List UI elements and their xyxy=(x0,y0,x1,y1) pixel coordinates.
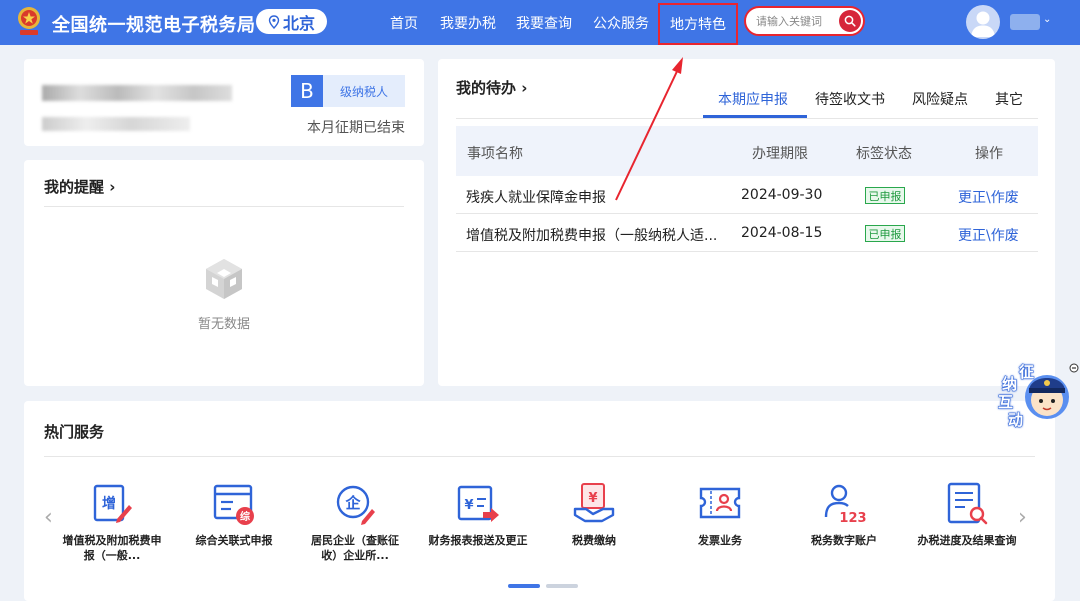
integrated-declaration-icon: 综 xyxy=(213,484,254,525)
report-icon-text: ¥ xyxy=(464,498,473,513)
item-name[interactable]: 增值税及附加税费申报（一般纳税人适... xyxy=(466,225,717,245)
carousel-dot-active[interactable] xyxy=(508,584,540,588)
chevron-left-icon[interactable]: ‹ xyxy=(44,505,53,530)
integrated-icon-text: 综 xyxy=(240,510,250,523)
correct-void-link[interactable]: 更正\作废 xyxy=(958,225,1019,245)
service-vat-declaration[interactable]: 增 增值税及附加税费申报（一般... xyxy=(62,481,162,563)
tab-other[interactable]: 其它 xyxy=(995,89,1023,109)
table-header: 事项名称 办理期限 标签状态 操作 xyxy=(456,126,1038,176)
taxpayer-info-card: B 级纳税人 本月征期已结束 xyxy=(24,59,424,146)
tax-emblem-icon[interactable] xyxy=(14,5,44,39)
service-label: 办税进度及结果查询 xyxy=(917,534,1017,547)
nav-query[interactable]: 我要查询 xyxy=(511,0,577,45)
column-header-status: 标签状态 xyxy=(856,146,912,162)
enterprise-income-icon: 企 xyxy=(336,485,375,525)
nav-public-service[interactable]: 公众服务 xyxy=(588,0,654,45)
status-badge: 已申报 xyxy=(865,225,905,242)
service-progress-query[interactable]: 办税进度及结果查询 xyxy=(917,481,1017,548)
item-deadline: 2024-09-30 xyxy=(741,187,823,203)
service-digital-account[interactable]: 123 税务数字账户 xyxy=(794,481,894,548)
payment-icon-text: ¥ xyxy=(588,491,597,506)
search-button[interactable] xyxy=(839,10,861,32)
service-financial-report[interactable]: ¥ 财务报表报送及更正 xyxy=(428,481,528,548)
search-icon xyxy=(844,15,856,27)
service-label: 税务数字账户 xyxy=(811,534,877,547)
search-input[interactable] xyxy=(756,12,836,30)
nav-local-features[interactable]: 地方特色 xyxy=(658,3,738,45)
item-deadline: 2024-08-15 xyxy=(741,225,823,241)
carousel-dot[interactable] xyxy=(546,584,578,588)
credit-level-badge: B 级纳税人 xyxy=(291,75,405,107)
top-header: 全国统一规范电子税务局 北京 首页 我要办税 我要查询 公众服务 地方特色 ⌄ xyxy=(0,0,1080,45)
service-tax-payment[interactable]: ¥ 税费缴纳 xyxy=(544,481,644,548)
enterprise-icon-text: 企 xyxy=(344,494,361,512)
service-invoice[interactable]: 发票业务 xyxy=(670,481,770,548)
account-icon-text: 123 xyxy=(839,511,866,526)
chevron-right-icon[interactable]: › xyxy=(1018,505,1027,530)
status-badge: 已申报 xyxy=(865,187,905,204)
search-box xyxy=(744,6,865,36)
invoice-icon xyxy=(699,487,741,519)
nav-home[interactable]: 首页 xyxy=(382,0,426,45)
hot-services-card: 热门服务 ‹ › 增 增值税及附加税费申报（一般... 综 综合关联式申报 企 … xyxy=(24,401,1055,601)
service-integrated-declaration[interactable]: 综 综合关联式申报 xyxy=(184,481,284,548)
financial-report-icon: ¥ xyxy=(457,485,499,522)
column-header-operation: 操作 xyxy=(975,146,1003,162)
tab-pending-documents[interactable]: 待签收文书 xyxy=(815,89,885,109)
item-name[interactable]: 残疾人就业保障金申报 xyxy=(466,187,606,207)
site-title[interactable]: 全国统一规范电子税务局 xyxy=(52,11,256,37)
taxpayer-id-redacted xyxy=(42,117,190,131)
digital-account-icon: 123 xyxy=(824,484,867,526)
vat-declaration-icon: 增 xyxy=(93,484,132,523)
divider xyxy=(456,118,1038,119)
location-pin-icon xyxy=(268,14,280,29)
column-header-deadline: 办理期限 xyxy=(752,146,808,162)
credit-level-letter: B xyxy=(291,75,323,107)
empty-box-icon xyxy=(206,259,242,299)
service-label: 增值税及附加税费申报（一般... xyxy=(62,534,162,562)
widget-char: 动 xyxy=(1007,411,1024,430)
table-row: 残疾人就业保障金申报 2024-09-30 已申报 更正\作废 xyxy=(456,177,1038,214)
divider xyxy=(44,456,1035,457)
todo-title[interactable]: 我的待办 › xyxy=(456,77,527,98)
table-row: 增值税及附加税费申报（一般纳税人适... 2024-08-15 已申报 更正\作… xyxy=(456,215,1038,252)
vat-icon-text: 增 xyxy=(102,495,116,512)
city-selector[interactable]: 北京 xyxy=(256,9,327,34)
column-header-name: 事项名称 xyxy=(467,146,523,162)
chevron-down-icon[interactable]: ⌄ xyxy=(1043,14,1051,25)
service-enterprise-income-tax[interactable]: 企 居民企业（查账征收）企业所... xyxy=(305,481,405,563)
correct-void-link[interactable]: 更正\作废 xyxy=(958,187,1019,207)
filing-period-status: 本月征期已结束 xyxy=(307,120,405,136)
hot-services-title: 热门服务 xyxy=(44,423,105,441)
todo-card: 我的待办 › 本期应申报 待签收文书 风险疑点 其它 事项名称 办理期限 标签状… xyxy=(438,59,1055,386)
empty-state-text: 暂无数据 xyxy=(197,317,250,332)
interaction-widget[interactable]: 征 纳 互 动 xyxy=(997,360,1080,430)
service-label: 发票业务 xyxy=(698,534,742,547)
nav-tax-handling[interactable]: 我要办税 xyxy=(435,0,501,45)
widget-char: 征 xyxy=(1018,363,1035,382)
service-label: 居民企业（查账征收）企业所... xyxy=(311,534,399,562)
divider xyxy=(44,206,404,207)
service-label: 综合关联式申报 xyxy=(195,534,273,547)
service-label: 财务报表报送及更正 xyxy=(428,534,528,547)
city-name: 北京 xyxy=(282,13,315,33)
user-silhouette-icon xyxy=(971,11,995,37)
tab-risk-doubts[interactable]: 风险疑点 xyxy=(912,89,968,109)
tax-payment-icon: ¥ xyxy=(573,483,615,523)
progress-query-icon xyxy=(947,482,988,525)
tab-current-declaration[interactable]: 本期应申报 xyxy=(718,89,788,109)
taxpayer-name-redacted xyxy=(42,85,232,101)
reminder-card: 我的提醒 › 暂无数据 xyxy=(24,160,424,386)
service-label: 税费缴纳 xyxy=(572,534,616,547)
user-name-redacted[interactable] xyxy=(1010,14,1040,30)
credit-level-text: 级纳税人 xyxy=(339,84,388,99)
reminder-title[interactable]: 我的提醒 › xyxy=(44,176,115,197)
user-avatar[interactable] xyxy=(966,5,1000,39)
